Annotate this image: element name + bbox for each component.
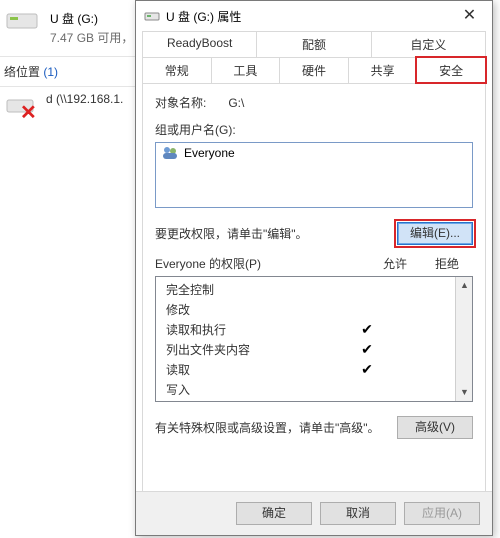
close-button[interactable]: ✕ <box>447 2 492 31</box>
group-users-list[interactable]: Everyone <box>155 142 473 208</box>
tab-hardware[interactable]: 硬件 <box>279 57 349 83</box>
permission-row[interactable]: 读取 ✔ <box>156 359 455 379</box>
group-item-everyone[interactable]: Everyone <box>156 143 472 163</box>
tab-general[interactable]: 常规 <box>142 57 212 83</box>
permission-row[interactable]: 修改 <box>156 299 455 319</box>
check-icon: ✔ <box>361 321 373 337</box>
drive-subtext: 7.47 GB 可用， <box>50 29 133 46</box>
network-section-count: (1) <box>43 65 58 79</box>
tab-readyboost[interactable]: ReadyBoost <box>142 31 257 57</box>
disconnected-x-icon: ✕ <box>20 100 37 125</box>
network-section-label: 络位置 <box>4 65 40 79</box>
ok-button[interactable]: 确定 <box>236 502 312 525</box>
permissions-list[interactable]: 完全控制修改读取和执行 ✔ 列出文件夹内容 ✔ 读取 ✔ 写入 ▲ ▼ <box>155 276 473 402</box>
tabs: ReadyBoost 配额 自定义 常规 工具 硬件 共享 安全 <box>136 31 492 83</box>
dialog-buttons: 确定 取消 应用(A) <box>136 491 492 535</box>
scroll-down-icon[interactable]: ▼ <box>456 384 473 401</box>
properties-dialog: U 盘 (G:) 属性 ✕ ReadyBoost 配额 自定义 常规 工具 硬件… <box>135 0 493 536</box>
permission-name: 读取和执行 <box>166 321 341 338</box>
network-section-header[interactable]: 络位置 (1) <box>0 56 135 87</box>
object-name-value: G:\ <box>228 96 244 110</box>
tab-sharing[interactable]: 共享 <box>348 57 418 83</box>
check-icon: ✔ <box>361 361 373 377</box>
network-drive-icon: ✕ <box>6 92 42 120</box>
edit-hint: 要更改权限，请单击"编辑"。 <box>155 225 397 242</box>
network-drive-label: d (\\192.168.1. <box>46 92 123 106</box>
drive-icon <box>6 6 42 34</box>
group-users-label: 组或用户名(G): <box>155 121 473 138</box>
permission-name: 完全控制 <box>166 281 341 298</box>
users-icon <box>162 146 178 160</box>
permission-name: 列出文件夹内容 <box>166 341 341 358</box>
apply-button[interactable]: 应用(A) <box>404 502 480 525</box>
drive-title-icon <box>144 8 160 24</box>
network-drive-item[interactable]: ✕ d (\\192.168.1. <box>6 92 123 120</box>
allow-cell: ✔ <box>341 341 393 358</box>
titlebar[interactable]: U 盘 (G:) 属性 ✕ <box>136 1 492 31</box>
security-panel: 对象名称: G:\ 组或用户名(G): Everyone 要更改权限，请单击"编… <box>142 83 486 513</box>
scrollbar[interactable]: ▲ ▼ <box>455 277 472 401</box>
allow-header: 允许 <box>369 255 421 272</box>
allow-cell: ✔ <box>341 321 393 338</box>
edit-button[interactable]: 编辑(E)... <box>397 222 473 245</box>
permission-row[interactable]: 列出文件夹内容 ✔ <box>156 339 455 359</box>
tab-tools[interactable]: 工具 <box>211 57 281 83</box>
permission-row[interactable]: 写入 <box>156 379 455 399</box>
group-item-label: Everyone <box>184 146 235 160</box>
advanced-hint: 有关特殊权限或高级设置，请单击"高级"。 <box>155 419 397 436</box>
permission-row[interactable]: 读取和执行 ✔ <box>156 319 455 339</box>
permissions-label: Everyone 的权限(P) <box>155 255 369 272</box>
permission-name: 写入 <box>166 381 341 398</box>
permission-name: 修改 <box>166 301 341 318</box>
advanced-button[interactable]: 高级(V) <box>397 416 473 439</box>
deny-header: 拒绝 <box>421 255 473 272</box>
permission-row[interactable]: 完全控制 <box>156 279 455 299</box>
tab-custom[interactable]: 自定义 <box>371 31 486 57</box>
permission-name: 读取 <box>166 361 341 378</box>
check-icon: ✔ <box>361 341 373 357</box>
allow-cell: ✔ <box>341 361 393 378</box>
drive-entry[interactable]: U 盘 (G:) 7.47 GB 可用， <box>50 10 133 46</box>
tab-quota[interactable]: 配额 <box>256 31 371 57</box>
cancel-button[interactable]: 取消 <box>320 502 396 525</box>
tab-security[interactable]: 安全 <box>416 57 486 83</box>
drive-label: U 盘 (G:) <box>50 10 133 27</box>
dialog-title: U 盘 (G:) 属性 <box>166 8 447 25</box>
object-name-label: 对象名称: <box>155 94 206 111</box>
scroll-up-icon[interactable]: ▲ <box>456 277 473 294</box>
